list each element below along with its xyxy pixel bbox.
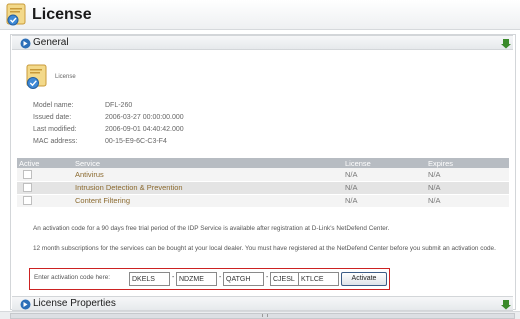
activation-code-label: Enter activation code here: xyxy=(34,274,111,281)
info-value: 00-15-E9-6C-C3-F4 xyxy=(105,138,167,145)
code-separator: - xyxy=(219,274,222,281)
license-icon-label: License xyxy=(55,74,76,80)
collapse-arrow-icon[interactable] xyxy=(501,38,511,51)
section-license-properties-header[interactable]: License Properties xyxy=(12,296,513,311)
code-separator: - xyxy=(266,274,269,281)
info-value: 2006-09-01 04:40:42.000 xyxy=(105,126,184,133)
active-checkbox[interactable] xyxy=(23,196,32,206)
license-small-icon xyxy=(22,63,52,93)
license-status: N/A xyxy=(343,194,426,208)
activation-code-box: Enter activation code here: - - - - Acti… xyxy=(29,268,390,290)
service-name: Intrusion Detection & Prevention xyxy=(73,181,343,195)
horizontal-scrollbar[interactable] xyxy=(0,311,520,319)
trial-info-text: An activation code for a 90 days free tr… xyxy=(33,225,390,232)
info-label: Model name: xyxy=(33,102,74,109)
table-row: Content Filtering N/A N/A xyxy=(17,194,509,208)
info-value: DFL-260 xyxy=(105,102,133,109)
column-header-active: Active xyxy=(17,158,73,168)
license-certificate-icon xyxy=(4,2,30,30)
column-header-license: License xyxy=(343,158,426,168)
active-cell xyxy=(17,181,73,195)
column-header-expires: Expires xyxy=(426,158,509,168)
services-table: Active Service License Expires Antivirus… xyxy=(17,158,509,208)
scrollbar-grip-icon xyxy=(262,314,268,317)
section-expand-icon[interactable] xyxy=(20,38,31,51)
license-status: N/A xyxy=(343,168,426,182)
section-general-header[interactable]: General xyxy=(12,35,513,50)
expires-value: N/A xyxy=(426,181,509,195)
info-label: Issued date: xyxy=(33,114,72,121)
active-cell xyxy=(17,168,73,182)
subscription-info-text: 12 month subscriptions for the services … xyxy=(33,245,496,252)
page-header: License xyxy=(0,0,520,30)
info-label: Last modified: xyxy=(33,126,77,133)
activate-button[interactable]: Activate xyxy=(341,272,387,286)
info-value: 2006-03-27 00:00:00.000 xyxy=(105,114,184,121)
activation-code-field-1[interactable] xyxy=(129,272,170,286)
active-checkbox[interactable] xyxy=(23,183,32,193)
info-label: MAC address: xyxy=(33,138,78,145)
activation-code-field-3[interactable] xyxy=(223,272,264,286)
table-row: Intrusion Detection & Prevention N/A N/A xyxy=(17,181,509,195)
activation-code-field-5[interactable] xyxy=(298,272,339,286)
table-row: Antivirus N/A N/A xyxy=(17,168,509,182)
page-title: License xyxy=(32,6,92,23)
section-license-properties-title: License Properties xyxy=(33,298,116,309)
expires-value: N/A xyxy=(426,168,509,182)
table-header-row: Active Service License Expires xyxy=(17,158,509,168)
service-name: Antivirus xyxy=(73,168,343,182)
column-header-service: Service xyxy=(73,158,343,168)
active-checkbox[interactable] xyxy=(23,170,32,179)
section-general-title: General xyxy=(33,37,69,48)
active-cell xyxy=(17,194,73,208)
code-separator: - xyxy=(172,274,175,281)
activation-code-field-2[interactable] xyxy=(176,272,217,286)
license-status: N/A xyxy=(343,181,426,195)
service-name: Content Filtering xyxy=(73,194,343,208)
expires-value: N/A xyxy=(426,194,509,208)
